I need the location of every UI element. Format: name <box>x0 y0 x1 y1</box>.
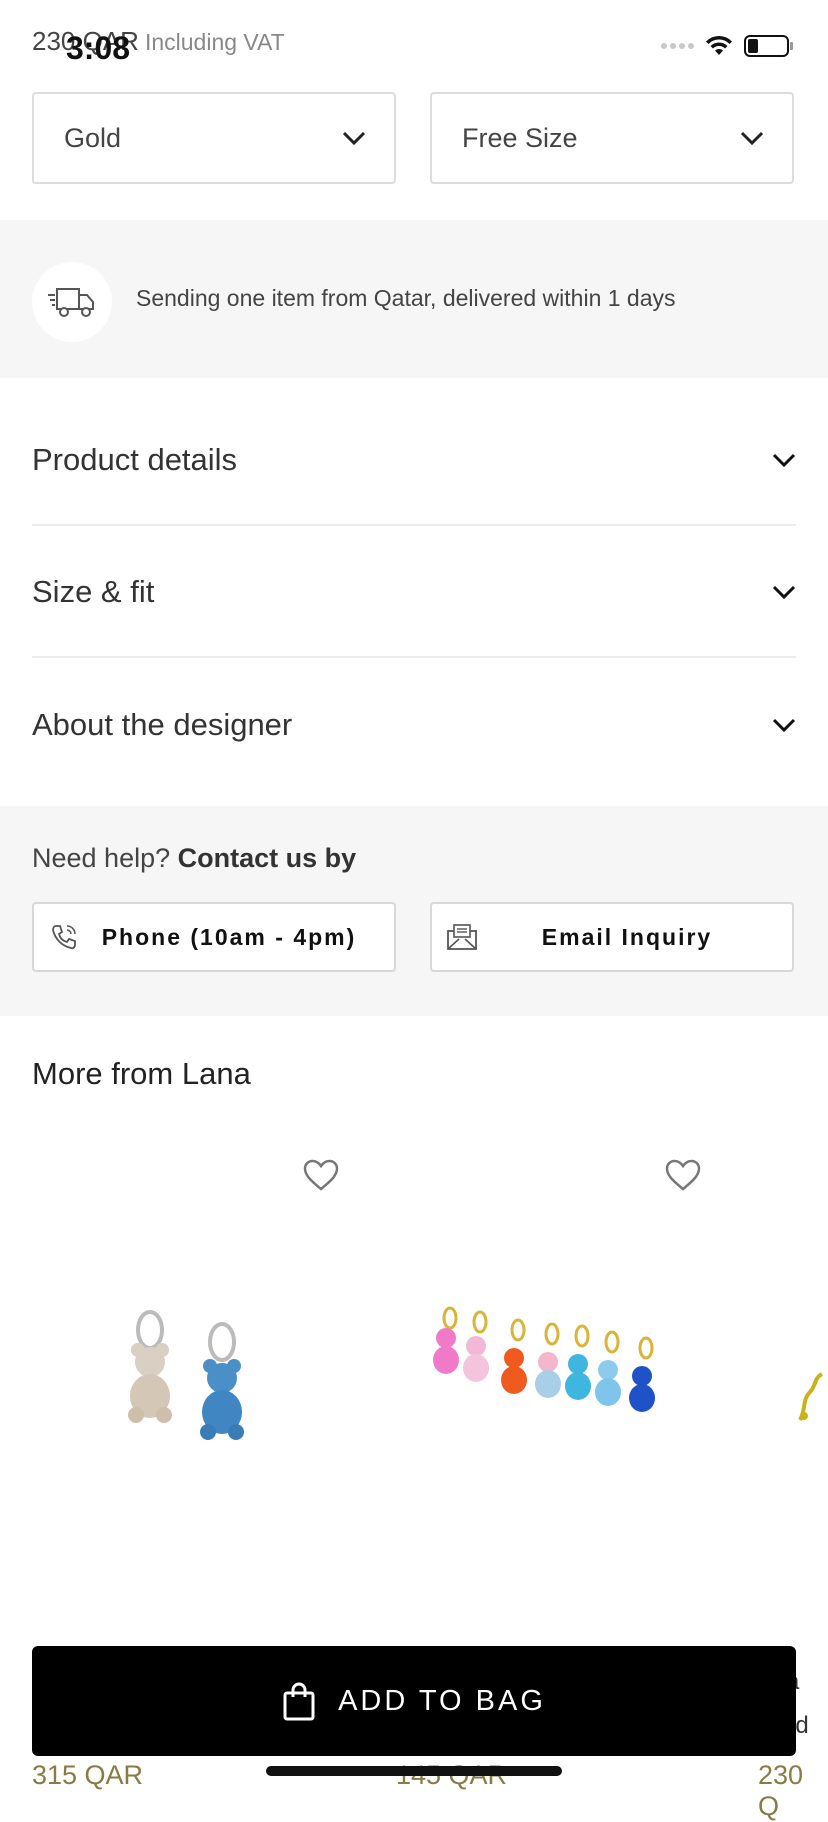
gummy-bear-charms-image <box>433 1306 655 1412</box>
accordion-label: Size & fit <box>32 574 155 609</box>
chevron-down-icon <box>772 453 796 468</box>
accordion-size-fit[interactable]: Size & fit <box>32 528 796 658</box>
wishlist-heart-icon[interactable] <box>664 1158 702 1192</box>
more-from-title: More from Lana <box>32 1056 251 1091</box>
email-button-label: Email Inquiry <box>541 923 713 950</box>
shopping-bag-icon <box>283 1682 315 1721</box>
phone-button-label: Phone (10am - 4pm) <box>101 923 357 950</box>
product-price: 315 QAR <box>32 1760 144 1790</box>
envelope-icon <box>442 923 482 951</box>
delivery-truck-icon <box>32 262 112 342</box>
add-to-bag-button[interactable]: ADD TO BAG <box>32 1646 796 1756</box>
battery-icon <box>744 35 793 57</box>
cellular-signal-icon <box>661 43 694 49</box>
email-inquiry-button[interactable]: Email Inquiry <box>430 902 794 972</box>
chevron-down-icon <box>772 718 796 733</box>
help-bold: Contact us by <box>177 843 357 873</box>
accordion-label: About the designer <box>32 707 293 742</box>
delivery-text: Sending one item from Qatar, delivered w… <box>136 285 676 311</box>
product-price: 230 Q <box>758 1760 804 1821</box>
chevron-down-icon <box>740 131 764 146</box>
partial-product-image <box>798 1372 824 1422</box>
status-time: 3:08 <box>66 30 131 66</box>
chevron-down-icon <box>342 131 366 146</box>
home-indicator[interactable] <box>266 1766 562 1776</box>
status-icons <box>661 34 794 58</box>
accordion-label: Product details <box>32 442 238 477</box>
accordion-about-designer[interactable]: About the designer <box>32 660 796 790</box>
phone-button[interactable]: Phone (10am - 4pm) <box>32 902 396 972</box>
wifi-icon <box>706 35 732 55</box>
size-select-value: Free Size <box>462 122 578 153</box>
add-to-bag-label: ADD TO BAG <box>338 1684 546 1717</box>
accordion-product-details[interactable]: Product details <box>32 396 796 526</box>
color-select-value: Gold <box>64 122 122 153</box>
bear-earrings-image <box>128 1310 244 1440</box>
size-select[interactable]: Free Size <box>430 92 794 184</box>
color-select[interactable]: Gold <box>32 92 396 184</box>
wishlist-heart-icon[interactable] <box>302 1158 340 1192</box>
help-title: Need help? Contact us by <box>32 843 356 874</box>
chevron-down-icon <box>772 585 796 600</box>
phone-icon <box>44 922 84 952</box>
vat-note: Including VAT <box>144 29 285 55</box>
help-prefix: Need help? <box>32 843 171 873</box>
